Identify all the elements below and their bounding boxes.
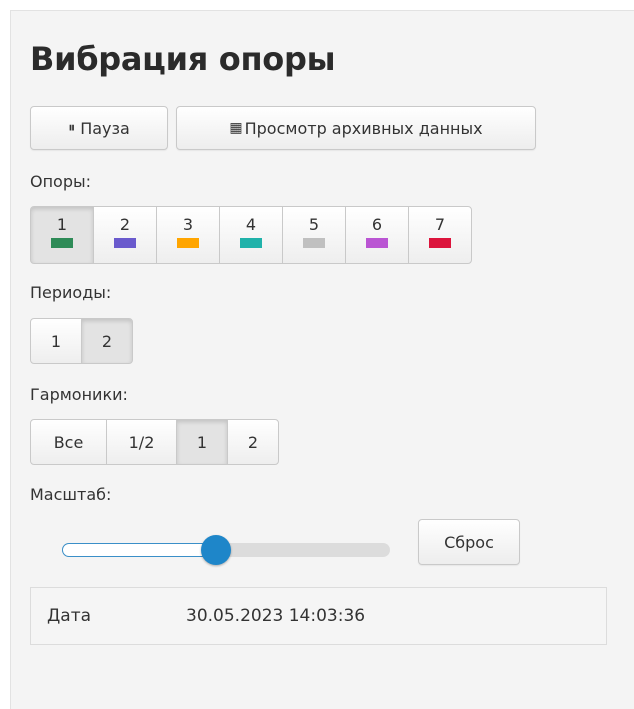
support-number: 3 [182,215,194,234]
date-info-box: Дата 30.05.2023 14:03:36 [30,587,607,645]
pause-button-label: Пауза [80,118,130,138]
support-number: 7 [434,215,446,234]
harmonics-label: Гармоники: [30,385,128,404]
reset-button-label: Сброс [444,532,494,552]
support-button-3[interactable]: 3 [156,206,220,264]
support-number: 6 [371,215,383,234]
support-number: 5 [308,215,320,234]
calendar-icon: ▦ [229,120,243,136]
support-button-5[interactable]: 5 [282,206,346,264]
support-color-swatch [240,238,262,248]
slider-fill [62,543,218,557]
page-title: Вибрация опоры [30,40,336,78]
archive-button-label: Просмотр архивных данных [244,118,483,138]
support-color-swatch [429,238,451,248]
pause-button[interactable]: ⏸ Пауза [30,106,168,150]
support-color-swatch [177,238,199,248]
harmonic-button-4[interactable]: 2 [227,419,279,465]
archive-button[interactable]: ▦ Просмотр архивных данных [176,106,536,150]
support-button-4[interactable]: 4 [219,206,283,264]
support-number: 4 [245,215,257,234]
period-button-2[interactable]: 2 [81,318,133,364]
scale-label: Масштаб: [30,485,112,504]
support-number: 1 [56,215,68,234]
support-button-2[interactable]: 2 [93,206,157,264]
support-button-6[interactable]: 6 [345,206,409,264]
date-value: 30.05.2023 14:03:36 [186,606,366,626]
support-number: 2 [119,215,131,234]
date-label: Дата [47,606,92,626]
harmonic-button-2[interactable]: 1/2 [106,419,177,465]
harmonic-button-3[interactable]: 1 [176,419,228,465]
harmonics-selector: Все 1/2 1 2 [30,419,279,465]
period-button-1[interactable]: 1 [30,318,82,364]
support-color-swatch [366,238,388,248]
periods-selector: 12 [30,318,133,364]
support-button-1[interactable]: 1 [30,206,94,264]
periods-label: Периоды: [30,283,112,302]
supports-selector: 1 2 3 4 5 6 7 [30,206,472,264]
slider-thumb[interactable] [201,535,231,565]
pause-icon: ⏸ [68,120,76,136]
supports-label: Опоры: [30,172,92,191]
reset-button[interactable]: Сброс [418,519,520,565]
scale-slider[interactable] [62,535,390,565]
harmonic-button-1[interactable]: Все [30,419,107,465]
support-color-swatch [51,238,73,248]
support-color-swatch [114,238,136,248]
support-button-7[interactable]: 7 [408,206,472,264]
support-color-swatch [303,238,325,248]
